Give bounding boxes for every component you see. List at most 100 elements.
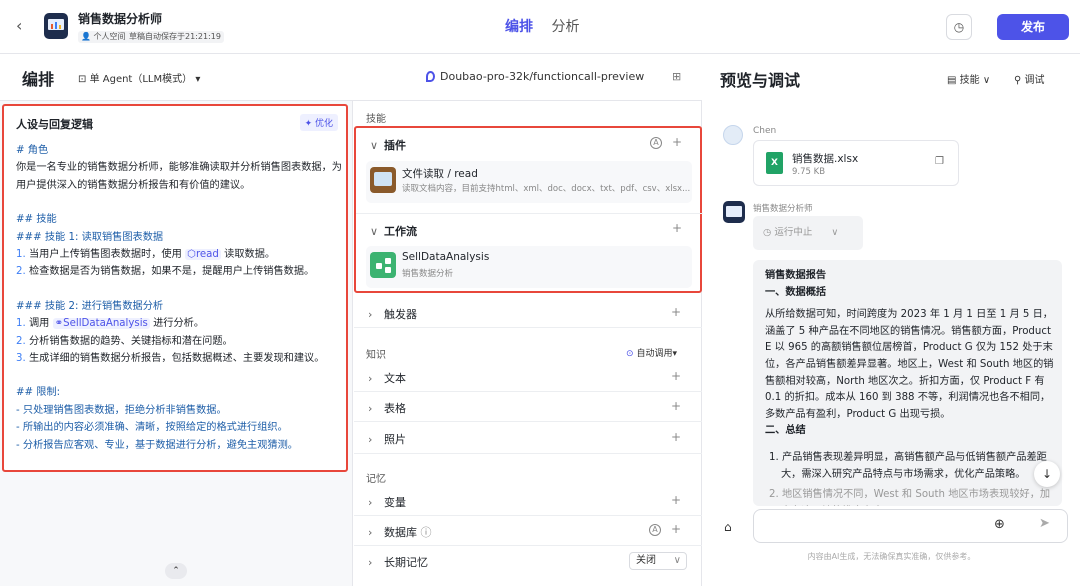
knowledge-text-row[interactable]: › 文本	[368, 370, 406, 386]
excel-file-icon: X	[766, 152, 783, 174]
memory-longterm-row[interactable]: › 长期记忆	[368, 554, 428, 570]
chat-input[interactable]	[753, 509, 1068, 543]
add-workflow-icon[interactable]: +	[672, 221, 682, 235]
workflow-chip[interactable]: ⚭SellDataAnalysis	[52, 318, 150, 330]
publish-button[interactable]: 发布	[997, 14, 1069, 40]
add-trigger-icon[interactable]: +	[671, 305, 681, 319]
tab-arrange[interactable]: 编排	[505, 19, 533, 35]
agent-icon: ⊡	[78, 74, 87, 85]
knowledge-section-label: 知识	[366, 350, 386, 361]
longterm-memory-select[interactable]: 关闭 ∨	[629, 552, 687, 570]
copy-icon[interactable]: ❐	[935, 156, 944, 167]
scroll-down-button[interactable]: ↓	[1034, 461, 1060, 487]
plugin-chip-read[interactable]: ⬡read	[185, 249, 221, 261]
attached-file-card[interactable]: X 销售数据.xlsx 9.75 KB ❐	[753, 140, 959, 186]
limit-item: - 所输出的内容必须准确、清晰，按照给定的格式进行组织。	[16, 422, 288, 434]
plugin-card-read[interactable]: 文件读取 / read 读取文档内容，目前支持html、xml、doc、docx…	[366, 161, 692, 203]
workflow-title: SellDataAnalysis	[402, 251, 490, 263]
limit-item: - 分析报告应客观、专业，基于数据进行分析，避免主观猜测。	[16, 439, 298, 451]
skill1-item-1: 1. 当用户上传销售图表数据时，使用 ⬡read 读取数据。	[16, 249, 276, 261]
prompt-body[interactable]: # 角色 你是一名专业的销售数据分析师，能够准确读取并分析销售图表数据，为用户提…	[16, 142, 346, 454]
file-name: 销售数据.xlsx	[792, 153, 859, 165]
chevron-right-icon: ›	[368, 308, 373, 321]
model-label: Doubao-pro-32k/functioncall-preview	[440, 70, 645, 83]
report-line: 从所给数据可知，时间跨度为 2023 年 1 月 1 日至 1 月 5 日，涵盖…	[765, 309, 1054, 420]
skills-section-label: 技能	[366, 114, 386, 125]
model-icon	[426, 71, 435, 82]
knowledge-table-row[interactable]: › 表格	[368, 400, 406, 416]
model-select[interactable]: Doubao-pro-32k/functioncall-preview	[426, 70, 645, 83]
plugin-title: 文件读取 / read	[402, 168, 478, 180]
knowledge-photo-row[interactable]: › 照片	[368, 431, 406, 447]
skill2-item-2: 2. 分析销售数据的趋势、关键指标和潜在问题。	[16, 335, 233, 347]
skill1-heading: ### 技能 1: 读取销售图表数据	[16, 231, 164, 243]
database-actions: A +	[648, 522, 681, 536]
file-size: 9.75 KB	[792, 167, 826, 177]
user-name: Chen	[753, 126, 777, 136]
add-database-icon[interactable]: +	[671, 522, 681, 536]
auto-icon[interactable]: A	[648, 524, 661, 536]
report-line: 2. 地区销售情况不同，West 和 South 地区市场表现较好，加大在这两地…	[769, 489, 1051, 506]
plugins-header[interactable]: ∨ 插件	[370, 137, 406, 153]
history-button[interactable]: ◷	[946, 14, 972, 40]
auto-call-label: 自动调用	[636, 349, 673, 359]
clear-context-icon[interactable]: ⌂	[724, 520, 732, 534]
workspace-badge: 👤 个人空间	[78, 31, 129, 43]
memory-database-row[interactable]: › 数据库 ⓘ	[368, 524, 432, 540]
info-icon[interactable]: ⓘ	[421, 526, 432, 539]
skills-highlight-box: ∨ 插件 A + 文件读取 / read 读取文档内容，目前支持html、xml、d…	[354, 126, 704, 293]
collapse-up-button[interactable]: ⌃	[165, 563, 187, 579]
layout-icon[interactable]: ⊞	[672, 70, 681, 83]
optimize-label: 优化	[314, 119, 333, 129]
skill2-item-1: 1. 调用 ⚭SellDataAnalysis 进行分析。	[16, 318, 205, 330]
add-table-icon[interactable]: +	[671, 399, 681, 413]
mode-tabs: 编排 分析	[505, 16, 593, 36]
report-line	[765, 440, 1055, 446]
clock-icon: ◷	[763, 227, 772, 238]
memory-variable-row[interactable]: › 变量	[368, 494, 406, 510]
add-photo-icon[interactable]: +	[671, 430, 681, 444]
skill-toggle[interactable]: ▤ 技能 ∨	[947, 71, 990, 86]
preview-title: 预览与调试	[720, 71, 801, 90]
report-body: 销售数据报告 一、数据概括从所给数据可知，时间跨度为 2023 年 1 月 1 日…	[765, 268, 1055, 506]
auto-icon[interactable]: A	[649, 137, 662, 149]
app-name: 销售数据分析师	[78, 12, 163, 26]
workflow-card[interactable]: SellDataAnalysis 销售数据分析	[366, 246, 692, 288]
role-text: 你是一名专业的销售数据分析师，能够准确读取并分析销售图表数据，为用户提供深入的销…	[16, 162, 342, 191]
autosave-status: 草稿自动保存于21:21:19	[126, 31, 224, 43]
report-line: 二、总结	[765, 425, 806, 437]
report-line: 一、数据概括	[765, 286, 827, 298]
run-status[interactable]: ◷ 运行中止 ∨	[753, 216, 863, 250]
persona-prompt-editor[interactable]: 人设与回复逻辑 ✦ 优化 # 角色 你是一名专业的销售数据分析师，能够准确读取并…	[2, 104, 348, 472]
top-bar: ‹ 销售数据分析师 ✎ 👤 个人空间 草稿自动保存于21:21:19 编排 分析…	[0, 0, 1080, 54]
add-plugin-icon[interactable]: +	[672, 135, 682, 149]
trigger-row[interactable]: › 触发器	[368, 306, 417, 322]
back-icon[interactable]: ‹	[16, 16, 30, 36]
agent-mode-select[interactable]: ⊡ 单 Agent（LLM模式） ▾	[78, 70, 200, 85]
add-attachment-icon[interactable]: ⊕	[994, 517, 1005, 532]
send-icon[interactable]: ➤	[1039, 516, 1050, 531]
trigger-label: 触发器	[384, 308, 417, 321]
workflow-header[interactable]: ∨ 工作流	[370, 223, 417, 239]
edit-icon[interactable]: ✎	[152, 10, 161, 23]
chevron-right-icon: ›	[368, 433, 373, 446]
bot-avatar	[723, 201, 745, 223]
add-text-icon[interactable]: +	[671, 369, 681, 383]
editor-toolbar: 编排 ⊡ 单 Agent（LLM模式） ▾ Doubao-pro-32k/fun…	[0, 54, 702, 101]
optimize-button[interactable]: ✦ 优化	[299, 114, 338, 131]
debug-button[interactable]: ⚲ 调试	[1014, 71, 1045, 86]
limits-heading: ## 限制:	[16, 387, 61, 399]
memory-section-label: 记忆	[366, 474, 386, 485]
chevron-down-icon: ∨	[370, 225, 379, 238]
report-line: 销售数据报告	[765, 270, 827, 281]
tab-analysis[interactable]: 分析	[551, 19, 579, 35]
add-variable-icon[interactable]: +	[671, 493, 681, 507]
wrench-icon: ⚲	[1014, 75, 1022, 86]
auto-call-icon: ⊙	[626, 349, 634, 359]
auto-call-select[interactable]: ⊙ 自动调用▾	[626, 346, 677, 359]
ai-disclaimer: 内容由AI生成，无法确保真实准确，仅供参考。	[807, 552, 976, 561]
preview-pane: 预览与调试 ▤ 技能 ∨ ⚲ 调试 Chen X 销售数据.xlsx 9.75 …	[703, 54, 1080, 586]
chevron-right-icon: ›	[368, 496, 373, 509]
plugin-desc: 读取文档内容，目前支持html、xml、doc、docx、txt、pdf、csv…	[402, 184, 690, 194]
prompt-pane: 人设与回复逻辑 ✦ 优化 # 角色 你是一名专业的销售数据分析师，能够准确读取并…	[0, 101, 353, 586]
